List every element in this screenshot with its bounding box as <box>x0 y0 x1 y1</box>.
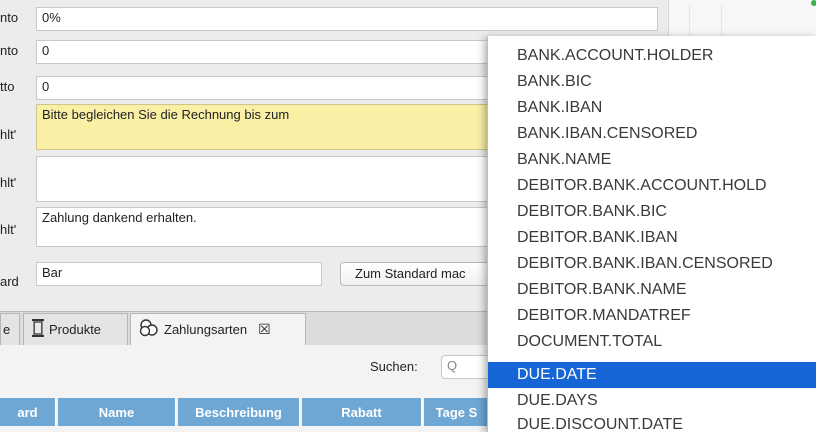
status-dot-icon <box>811 0 816 6</box>
discount-field[interactable]: 0% <box>36 7 658 31</box>
net-field[interactable]: 0 <box>36 40 491 64</box>
dropdown-item[interactable]: DEBITOR.BANK.BIC <box>488 199 816 225</box>
dropdown-item[interactable]: DEBITOR.BANK.NAME <box>488 277 816 303</box>
dropdown-item-selected[interactable]: DUE.DATE <box>488 362 816 388</box>
dropdown-item[interactable]: DEBITOR.MANDATREF <box>488 303 816 329</box>
dropdown-item[interactable]: BANK.ACCOUNT.HOLDER <box>488 43 816 69</box>
dropdown-item[interactable]: BANK.IBAN <box>488 95 816 121</box>
dropdown-item[interactable]: DUE.DAYS <box>488 388 816 414</box>
tab-zahlungsarten[interactable]: Zahlungsarten ☒ <box>130 313 306 345</box>
column-header[interactable]: Tage S <box>424 398 490 426</box>
payment-text-field[interactable]: Bitte begleichen Sie die Rechnung bis zu… <box>36 104 491 150</box>
coins-icon <box>139 319 159 340</box>
column-header[interactable]: Name <box>58 398 176 426</box>
dropdown-item[interactable]: DOCUMENT.TOTAL <box>488 329 816 355</box>
dropdown-item[interactable]: DEBITOR.BANK.IBAN.CENSORED <box>488 251 816 277</box>
field-label: hlt' <box>0 175 17 190</box>
paid-text-field[interactable]: Zahlung dankend erhalten. <box>36 207 491 247</box>
search-input[interactable]: Q <box>441 355 491 379</box>
search-icon: Q <box>447 358 458 373</box>
search-label: Suchen: <box>370 359 418 374</box>
field-label: hlt' <box>0 127 17 142</box>
tab-produkte[interactable]: Produkte <box>23 313 128 345</box>
field-label: tto <box>0 79 15 94</box>
close-tab-icon[interactable]: ☒ <box>258 321 271 338</box>
set-standard-button[interactable]: Zum Standard mac <box>340 262 490 286</box>
dropdown-item[interactable]: DEBITOR.BANK.IBAN <box>488 225 816 251</box>
field-label: nto <box>0 43 19 58</box>
dropdown-item[interactable]: DEBITOR.BANK.ACCOUNT.HOLD <box>488 173 816 199</box>
field-label: ard <box>0 274 19 289</box>
column-header[interactable]: Beschreibung <box>178 398 300 426</box>
field-label: hlt' <box>0 222 17 237</box>
tab-previous[interactable]: e <box>0 313 20 345</box>
dropdown-item[interactable]: BANK.BIC <box>488 69 816 95</box>
dropdown-item[interactable]: BANK.NAME <box>488 147 816 173</box>
placeholder-dropdown-list[interactable]: BANK.ACCOUNT.HOLDER BANK.BIC BANK.IBAN B… <box>487 36 816 432</box>
column-header[interactable]: Rabatt <box>302 398 422 426</box>
field-label: nto <box>0 10 19 25</box>
tab-label: e <box>3 322 11 337</box>
dropdown-item[interactable]: DUE.DISCOUNT.DATE <box>488 412 816 432</box>
dropdown-item[interactable]: BANK.IBAN.CENSORED <box>488 121 816 147</box>
payment-text-field-2[interactable] <box>36 156 491 202</box>
product-icon <box>32 319 44 340</box>
column-header[interactable]: ard <box>0 398 56 426</box>
tab-label: Produkte <box>49 322 102 337</box>
tab-label: Zahlungsarten <box>164 322 248 337</box>
gross-field[interactable]: 0 <box>36 76 491 100</box>
standard-field[interactable]: Bar <box>36 262 322 286</box>
